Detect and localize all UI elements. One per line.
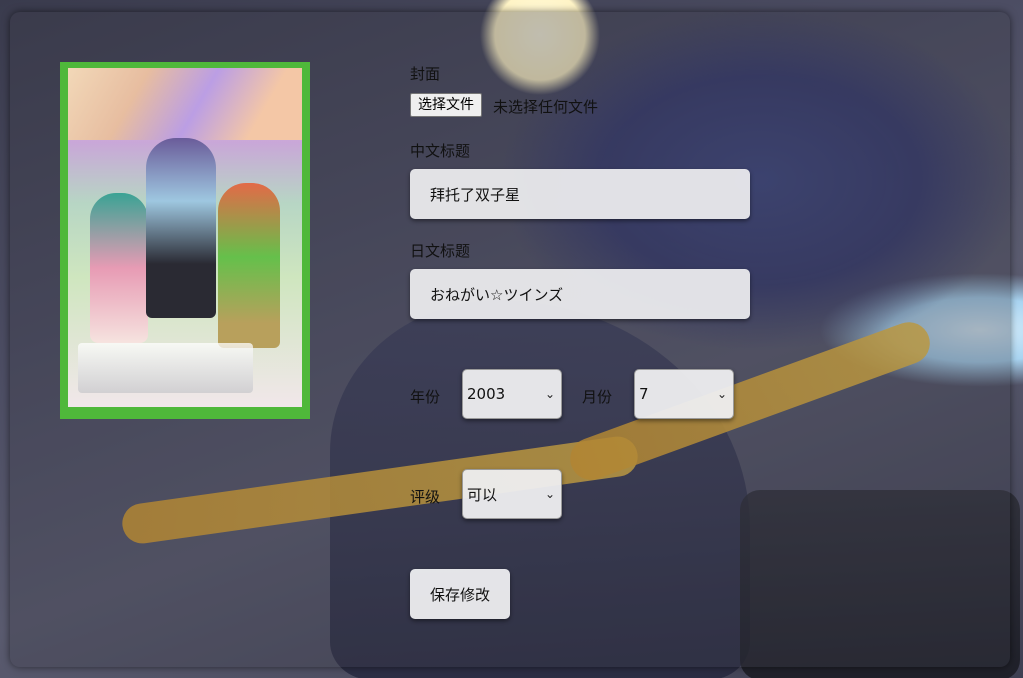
cover-image	[60, 62, 310, 419]
jp-title-value: おねがい☆ツインズ	[430, 285, 564, 304]
cn-title-value: 拜托了双子星	[430, 185, 521, 204]
month-value: 7	[639, 385, 649, 403]
cover-figure	[218, 183, 280, 348]
cn-title-label: 中文标题	[410, 142, 471, 160]
year-label: 年份	[410, 388, 441, 406]
cn-title-input[interactable]: 拜托了双子星	[410, 169, 750, 219]
cover-logo	[78, 343, 253, 393]
jp-title-label: 日文标题	[410, 242, 471, 260]
year-value: 2003	[467, 385, 506, 403]
jp-title-input[interactable]: おねがい☆ツインズ	[410, 269, 750, 319]
month-select[interactable]: 7 ⌄	[634, 369, 734, 419]
save-button[interactable]: 保存修改	[410, 569, 510, 619]
chevron-down-icon: ⌄	[544, 487, 555, 501]
cover-faces	[68, 68, 302, 140]
cover-figure	[146, 138, 216, 318]
month-label: 月份	[582, 388, 613, 406]
chevron-down-icon: ⌄	[716, 387, 727, 401]
cover-label: 封面	[410, 65, 441, 83]
file-status-text: 未选择任何文件	[493, 98, 599, 116]
rating-label: 评级	[410, 488, 441, 506]
choose-file-button[interactable]: 选择文件	[410, 93, 482, 117]
year-select[interactable]: 2003 ⌄	[462, 369, 562, 419]
cover-figure	[90, 193, 148, 343]
rating-select[interactable]: 可以 ⌄	[462, 469, 562, 519]
rating-value: 可以	[467, 485, 498, 504]
chevron-down-icon: ⌄	[544, 387, 555, 401]
cover-artwork	[68, 68, 302, 407]
